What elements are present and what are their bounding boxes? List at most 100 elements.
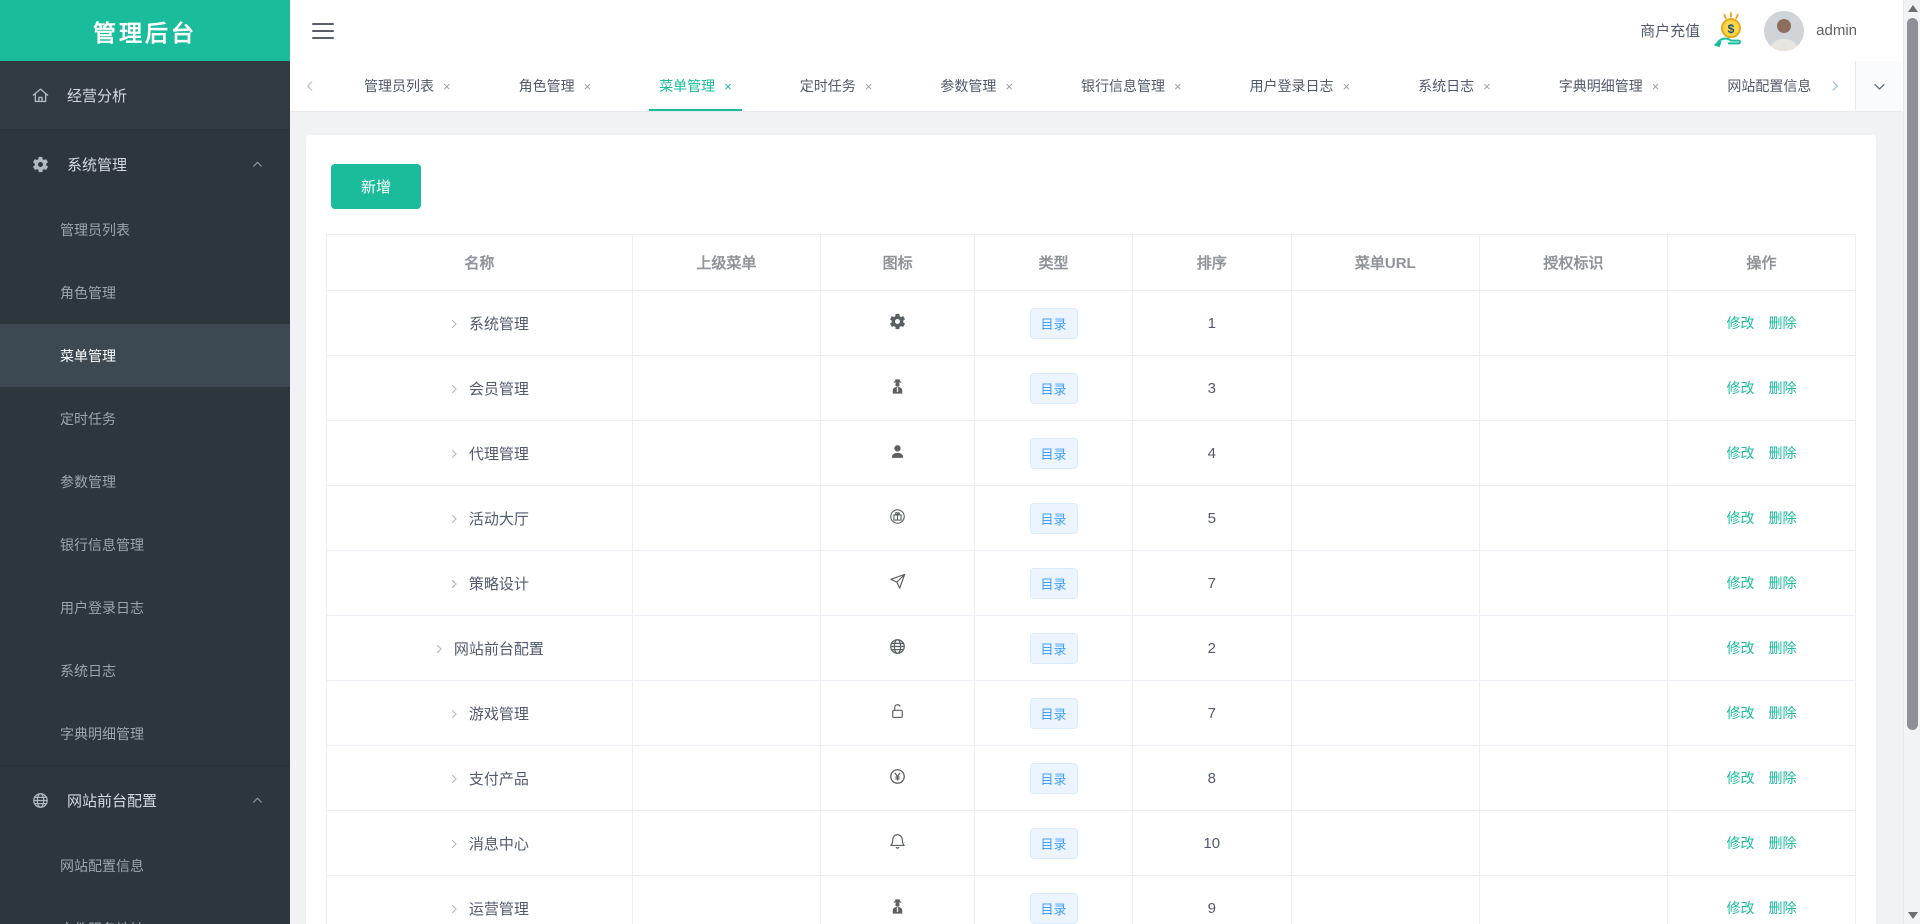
delete-link[interactable]: 删除 [1768, 770, 1796, 786]
hamburger-icon[interactable] [312, 22, 334, 39]
sidebar-subitem[interactable]: 角色管理 [0, 261, 290, 324]
tabs-dropdown-button[interactable] [1855, 61, 1903, 111]
expand-row-icon[interactable] [448, 903, 460, 915]
expand-row-icon[interactable] [448, 448, 460, 460]
expand-row-icon[interactable] [448, 578, 460, 590]
tab[interactable]: 银行信息管理 × [1047, 61, 1216, 111]
delete-link[interactable]: 删除 [1768, 705, 1796, 721]
sidebar-subitem[interactable]: 银行信息管理 [0, 513, 290, 576]
table-row: 消息中心 目录 10 修改 删除 [326, 810, 1857, 876]
delete-link[interactable]: 删除 [1768, 315, 1796, 331]
tab[interactable]: 用户登录日志 × [1216, 61, 1385, 111]
sidebar-subitem[interactable]: 字典明细管理 [0, 702, 290, 765]
column-header: 排序 [1131, 234, 1292, 291]
edit-link[interactable]: 修改 [1726, 640, 1754, 656]
edit-link[interactable]: 修改 [1726, 315, 1754, 331]
delete-link[interactable]: 删除 [1768, 380, 1796, 396]
edit-link[interactable]: 修改 [1726, 445, 1754, 461]
sidebar-subitem[interactable]: 菜单管理 [0, 324, 290, 387]
sidebar-subitem[interactable]: 网站配置信息 [0, 834, 290, 897]
edit-link[interactable]: 修改 [1726, 900, 1754, 916]
tabs-scroll-right-icon[interactable] [1815, 61, 1855, 111]
sidebar-subitem[interactable]: 管理员列表 [0, 198, 290, 261]
scrollbar-thumb[interactable] [1907, 18, 1918, 730]
sidebar-item[interactable]: 经营分析 [0, 61, 290, 129]
page-scrollbar[interactable] [1903, 0, 1920, 924]
edit-link[interactable]: 修改 [1726, 705, 1754, 721]
currency-icon [888, 767, 907, 786]
edit-link[interactable]: 修改 [1726, 380, 1754, 396]
tabs-strip: 管理员列表 × 角色管理 × 菜单管理 × 定时任务 × 参数管理 × 银行信息… [330, 61, 1815, 111]
expand-row-icon[interactable] [448, 838, 460, 850]
username[interactable]: admin [1816, 22, 1857, 39]
delete-link[interactable]: 删除 [1768, 835, 1796, 851]
tab[interactable]: 菜单管理 × [625, 61, 766, 111]
tabs-scroll-left-icon[interactable] [290, 61, 330, 111]
column-header: 菜单URL [1290, 234, 1480, 291]
tab[interactable]: 参数管理 × [906, 61, 1047, 111]
sidebar: 管理后台 经营分析 系统管理 管理员列表 角色管理 菜单管理 定时任务 参数管理 银行信息… [0, 0, 290, 924]
table-row: 活动大厅 目录 5 修改 删除 [326, 485, 1857, 551]
expand-row-icon[interactable] [433, 643, 445, 655]
tab-close-icon[interactable]: × [724, 79, 732, 94]
home-icon [30, 85, 50, 105]
table-row: 策略设计 目录 7 修改 删除 [326, 550, 1857, 616]
type-badge: 目录 [1029, 892, 1078, 924]
delete-link[interactable]: 删除 [1768, 575, 1796, 591]
column-header: 类型 [974, 234, 1133, 291]
tab-close-icon[interactable]: × [1005, 79, 1013, 94]
tab[interactable]: 角色管理 × [485, 61, 626, 111]
sidebar-item[interactable]: 网站前台配置 [0, 766, 290, 834]
expand-row-icon[interactable] [448, 318, 460, 330]
scrollbar-down-icon[interactable] [1904, 907, 1920, 924]
tab-close-icon[interactable]: × [1483, 79, 1491, 94]
tab[interactable]: 系统日志 × [1384, 61, 1525, 111]
expand-row-icon[interactable] [448, 513, 460, 525]
expand-row-icon[interactable] [448, 383, 460, 395]
delete-link[interactable]: 删除 [1768, 510, 1796, 526]
tabs-bar: 管理员列表 × 角色管理 × 菜单管理 × 定时任务 × 参数管理 × 银行信息… [290, 61, 1903, 112]
merchant-recharge-link[interactable]: 商户充值 [1640, 20, 1700, 41]
tab-close-icon[interactable]: × [1174, 79, 1182, 94]
tab-close-icon[interactable]: × [443, 79, 451, 94]
table-row: 网站前台配置 目录 2 修改 删除 [326, 615, 1857, 681]
tab-close-icon[interactable]: × [584, 79, 592, 94]
tab-close-icon[interactable]: × [1652, 79, 1660, 94]
tab[interactable]: 定时任务 × [766, 61, 907, 111]
edit-link[interactable]: 修改 [1726, 510, 1754, 526]
edit-link[interactable]: 修改 [1726, 770, 1754, 786]
sidebar-subitem[interactable]: 系统日志 [0, 639, 290, 702]
expand-row-icon[interactable] [448, 773, 460, 785]
tab[interactable]: 字典明细管理 × [1525, 61, 1694, 111]
tab[interactable]: 网站配置信息 × [1693, 61, 1815, 111]
sidebar-subitem[interactable]: 文件服务地址 [0, 897, 290, 924]
scrollbar-up-icon[interactable] [1904, 0, 1920, 17]
type-badge: 目录 [1029, 632, 1078, 664]
column-header: 授权标识 [1478, 234, 1668, 291]
unlock-icon [888, 702, 907, 721]
sidebar-item[interactable]: 系统管理 [0, 130, 290, 198]
sidebar-subitem[interactable]: 参数管理 [0, 450, 290, 513]
sidebar-subitem[interactable]: 定时任务 [0, 387, 290, 450]
delete-link[interactable]: 删除 [1768, 900, 1796, 916]
table-row: 游戏管理 目录 7 修改 删除 [326, 680, 1857, 746]
edit-link[interactable]: 修改 [1726, 575, 1754, 591]
avatar[interactable] [1764, 10, 1805, 51]
add-button[interactable]: 新增 [331, 164, 421, 209]
expand-row-icon[interactable] [448, 708, 460, 720]
coin-hand-icon[interactable]: $ [1710, 11, 1752, 51]
table-header-row: 名称 上级菜单 图标 类型 排序 菜单URL 授权标识 操作 [326, 234, 1857, 291]
sidebar-menu: 经营分析 系统管理 管理员列表 角色管理 菜单管理 定时任务 参数管理 银行信息管理 用户登… [0, 61, 290, 924]
delete-link[interactable]: 删除 [1768, 445, 1796, 461]
main-area: 商户充值 $ admin 管理员列表 × 角色管理 × 菜单管理 × 定时任务 … [290, 0, 1903, 924]
tab-close-icon[interactable]: × [1343, 79, 1351, 94]
tab[interactable]: 管理员列表 × [330, 61, 485, 111]
globe-icon [888, 637, 907, 656]
send-icon [888, 572, 907, 591]
bell-icon [888, 832, 907, 851]
tab-close-icon[interactable]: × [865, 79, 873, 94]
delete-link[interactable]: 删除 [1768, 640, 1796, 656]
sidebar-subitem[interactable]: 用户登录日志 [0, 576, 290, 639]
page-content: 新增 名称 上级菜单 图标 类型 排序 菜单URL 授权标识 操作 系统管理 目录 1 修改删… [290, 112, 1903, 924]
edit-link[interactable]: 修改 [1726, 835, 1754, 851]
